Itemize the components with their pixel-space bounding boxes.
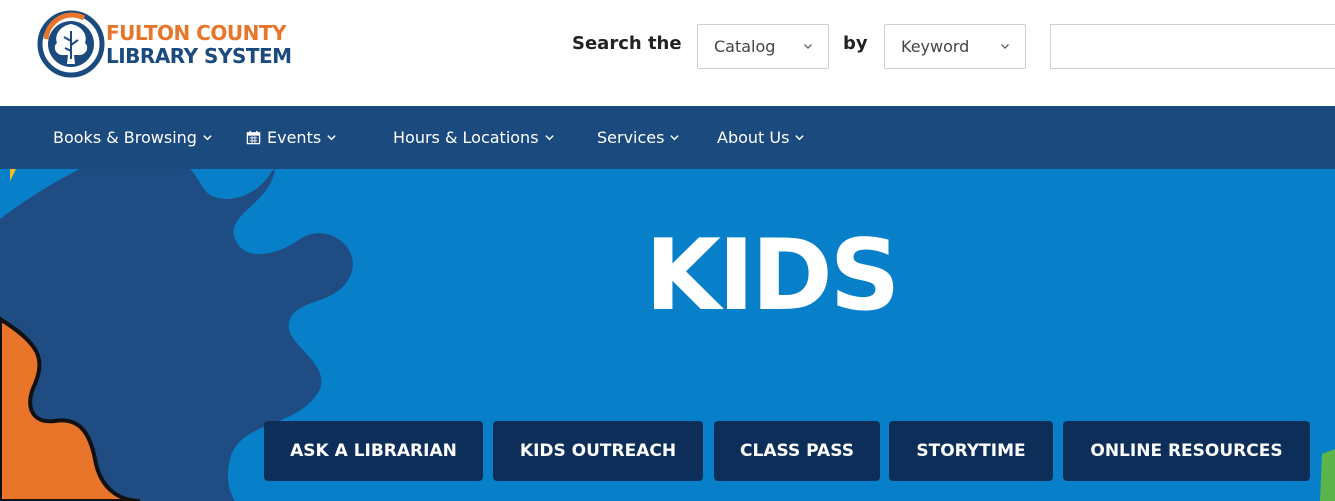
ask-a-librarian-button[interactable]: ASK A LIBRARIAN [264,421,483,481]
chevron-down-icon [804,44,812,49]
storytime-button[interactable]: STORYTIME [889,421,1053,481]
search-field-value: Keyword [901,37,970,56]
nav-item-label: Books & Browsing [53,128,197,147]
chevron-down-icon [795,135,805,141]
class-pass-button[interactable]: CLASS PASS [714,421,880,481]
nav-item-events[interactable]: Events [246,106,337,169]
nav-item-hours-locations[interactable]: Hours & Locations [393,106,555,169]
chevron-down-icon [1001,44,1009,49]
tree-emblem-icon [37,10,105,78]
search-label: Search the [572,33,682,54]
nav-item-label: Events [267,128,322,147]
chevron-down-icon [544,135,554,141]
nav-item-label: Services [597,128,665,147]
hero-title: KIDS [645,219,900,333]
nav-item-books-browsing[interactable]: Books & Browsing [53,106,213,169]
nav-item-label: Hours & Locations [393,128,539,147]
logo-text-line1: FULTON COUNTY [106,21,286,45]
search-input[interactable] [1050,24,1335,69]
chevron-down-icon [203,135,212,141]
site-header: FULTON COUNTY LIBRARY SYSTEM Search the … [0,0,1335,106]
online-resources-button[interactable]: ONLINE RESOURCES [1063,421,1310,481]
chevron-down-icon [327,135,336,141]
kids-outreach-button[interactable]: KIDS OUTREACH [493,421,703,481]
calendar-icon [246,130,261,145]
nav-item-services[interactable]: Services [597,106,680,169]
kids-hero-banner: KIDS ASK A LIBRARIAN KIDS OUTREACH CLASS… [0,169,1335,501]
search-scope-select[interactable]: Catalog [697,24,829,69]
search-by-label: by [843,33,868,54]
main-nav: Books & Browsing Events Hours & Location… [0,106,1335,169]
site-logo[interactable]: FULTON COUNTY LIBRARY SYSTEM [36,9,306,81]
search-scope-value: Catalog [714,37,776,56]
chevron-down-icon [670,135,680,141]
nav-item-label: About Us [717,128,790,147]
search-field-select[interactable]: Keyword [884,24,1026,69]
logo-text-line2: LIBRARY SYSTEM [106,44,292,68]
nav-item-about-us[interactable]: About Us [717,106,805,169]
